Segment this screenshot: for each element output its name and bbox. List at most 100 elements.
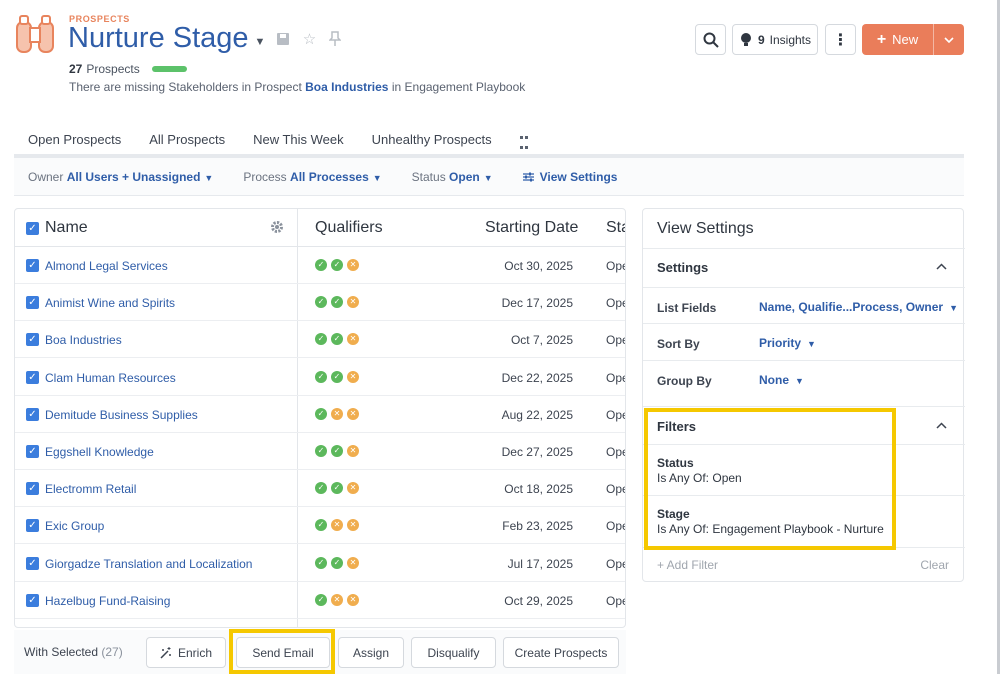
starting-date: Oct 29, 2025: [504, 593, 573, 608]
page-title[interactable]: Nurture Stage: [68, 22, 249, 55]
column-qualifiers[interactable]: Qualifiers: [315, 219, 383, 237]
send-email-highlight: [229, 629, 335, 674]
row-checkbox[interactable]: ✓: [26, 519, 39, 533]
prospects-table: ✓ Name Qualifiers Starting Date Sta ✓ Alm…: [14, 208, 626, 628]
row-checkbox[interactable]: ✓: [26, 370, 39, 384]
star-icon[interactable]: ☆: [301, 31, 317, 48]
tab-open-prospects[interactable]: Open Prospects: [28, 132, 121, 154]
new-button[interactable]: + New: [862, 24, 964, 55]
more-vertical-icon: ⋮: [832, 31, 849, 49]
list-fields-select[interactable]: Name, Qualifie...Process, Owner ▼: [759, 300, 958, 314]
binoculars-icon: [16, 15, 54, 53]
prospect-name-link[interactable]: Animist Wine and Spirits: [45, 296, 175, 310]
row-checkbox[interactable]: ✓: [26, 407, 39, 421]
create-prospects-button[interactable]: Create Prospects: [503, 637, 619, 668]
qualifier-indicators: ✓ ✓ ✕: [315, 259, 359, 271]
qualifier-indicators: ✓ ✕ ✕: [315, 407, 359, 420]
new-main-button[interactable]: + New: [862, 24, 934, 55]
disqualify-button[interactable]: Disqualify: [411, 637, 496, 668]
column-status[interactable]: Sta: [606, 219, 625, 237]
sort-by-select[interactable]: Priority ▼: [759, 336, 816, 350]
prospect-name-link[interactable]: Exic Group: [45, 519, 104, 533]
tab-new-this-week[interactable]: New This Week: [253, 132, 344, 154]
row-checkbox[interactable]: ✓: [26, 593, 39, 607]
prospect-name-link[interactable]: Eggshell Knowledge: [45, 445, 154, 459]
clear-filters-link[interactable]: Clear: [920, 558, 949, 572]
x-circle-icon: ✕: [347, 407, 359, 420]
table-row[interactable]: ✓ Boa Industries ✓ ✓ ✕ Oct 7, 2025 Ope: [15, 321, 625, 359]
chevron-up-icon[interactable]: [936, 422, 947, 429]
chevron-up-icon[interactable]: [936, 263, 947, 270]
qualifier-indicators: ✓ ✓ ✕: [315, 445, 359, 457]
group-by-select[interactable]: None ▼: [759, 373, 804, 387]
insights-button[interactable]: 9 Insights: [732, 24, 818, 55]
prospect-name-link[interactable]: Hazelbug Fund-Raising: [45, 594, 170, 608]
tab-unhealthy-prospects[interactable]: Unhealthy Prospects: [372, 132, 492, 154]
starting-date: Dec 27, 2025: [501, 445, 573, 459]
tab-all-prospects[interactable]: All Prospects: [149, 132, 225, 154]
table-row[interactable]: ✓ Clam Human Resources ✓ ✓ ✕ Dec 22, 2025 Ope: [15, 359, 625, 396]
row-checkbox[interactable]: ✓: [26, 482, 39, 496]
assign-button[interactable]: Assign: [338, 637, 404, 668]
table-row[interactable]: ✓ Exic Group ✓ ✕ ✕ Feb 23, 2025 Ope: [15, 507, 625, 545]
status-filter-value: Open: [449, 169, 480, 184]
table-row[interactable]: ✓ Almond Legal Services ✓ ✓ ✕ Oct 30, 2025 Ope: [15, 247, 625, 284]
table-row[interactable]: ✓ Hazelbug Fund-Raising ✓ ✕ ✕ Oct 29, 2025 Ope: [15, 582, 625, 619]
check-circle-icon: ✓: [315, 333, 327, 346]
warning-prospect-link[interactable]: Boa Industries: [305, 80, 388, 94]
table-row[interactable]: ✓ Electromm Retail ✓ ✓ ✕ Oct 18, 2025 Ope: [15, 470, 625, 508]
check-circle-icon: ✓: [331, 296, 343, 309]
lightbulb-icon: [740, 32, 751, 46]
x-circle-icon: ✕: [347, 519, 359, 532]
missing-stakeholders-warning: There are missing Stakeholders in Prospe…: [69, 80, 525, 94]
check-circle-icon: ✓: [315, 296, 327, 309]
sort-by-value: Priority: [759, 336, 802, 350]
pin-icon[interactable]: [327, 30, 343, 47]
prospect-name-link[interactable]: Almond Legal Services: [45, 259, 168, 273]
column-starting-date[interactable]: Starting Date: [485, 219, 578, 237]
create-prospects-label: Create Prospects: [514, 645, 608, 660]
owner-filter[interactable]: Owner All Users + Unassigned ▼: [28, 170, 213, 184]
insights-label: Insights: [769, 32, 812, 47]
prospect-name-link[interactable]: Boa Industries: [45, 333, 122, 347]
status-cell: Ope: [606, 593, 625, 608]
health-bar: [151, 66, 187, 72]
select-all-checkbox[interactable]: ✓: [26, 222, 39, 235]
status-cell: Ope: [606, 445, 625, 459]
list-fields-label: List Fields: [657, 301, 717, 315]
grid-icon[interactable]: [519, 136, 528, 154]
process-filter-label: Process: [243, 169, 287, 184]
prospect-name-link[interactable]: Giorgadze Translation and Localization: [45, 557, 252, 571]
chevron-down-icon[interactable]: ▼: [255, 36, 266, 48]
row-checkbox[interactable]: ✓: [26, 259, 39, 272]
magic-wand-icon: [160, 646, 171, 659]
view-settings-toggle[interactable]: View Settings: [522, 170, 617, 184]
column-name[interactable]: Name: [45, 219, 88, 237]
settings-section-header[interactable]: Settings: [657, 260, 708, 275]
gear-icon[interactable]: [270, 220, 284, 234]
check-circle-icon: ✓: [315, 407, 327, 420]
table-row[interactable]: ✓ Demitude Business Supplies ✓ ✕ ✕ Aug 22, 20…: [15, 396, 625, 433]
new-dropdown-toggle[interactable]: [934, 24, 964, 55]
row-checkbox[interactable]: ✓: [26, 556, 39, 570]
add-filter-link[interactable]: + Add Filter: [657, 558, 718, 572]
status-cell: Ope: [606, 333, 625, 348]
row-checkbox[interactable]: ✓: [26, 296, 39, 310]
save-icon[interactable]: [275, 31, 291, 47]
prospect-name-link[interactable]: Clam Human Resources: [45, 371, 176, 385]
prospect-name-link[interactable]: Electromm Retail: [45, 482, 136, 496]
search-button[interactable]: [695, 24, 726, 55]
more-options-button[interactable]: ⋮: [825, 24, 856, 55]
x-circle-icon: ✕: [347, 259, 359, 271]
status-filter-label: Status: [411, 169, 446, 184]
row-checkbox[interactable]: ✓: [26, 333, 39, 347]
table-row[interactable]: ✓ Animist Wine and Spirits ✓ ✓ ✕ Dec 17, 2025…: [15, 284, 625, 322]
process-filter[interactable]: Process All Processes ▼: [243, 170, 381, 184]
row-checkbox[interactable]: ✓: [26, 445, 39, 458]
table-row[interactable]: ✓ Giorgadze Translation and Localization ✓…: [15, 545, 625, 582]
status-filter[interactable]: Status Open ▼: [412, 170, 493, 184]
view-tabs: Open Prospects All Prospects New This We…: [14, 132, 964, 158]
table-row[interactable]: ✓ Eggshell Knowledge ✓ ✓ ✕ Dec 27, 2025 Ope: [15, 433, 625, 470]
prospect-name-link[interactable]: Demitude Business Supplies: [45, 408, 198, 422]
enrich-button[interactable]: Enrich: [146, 637, 226, 668]
